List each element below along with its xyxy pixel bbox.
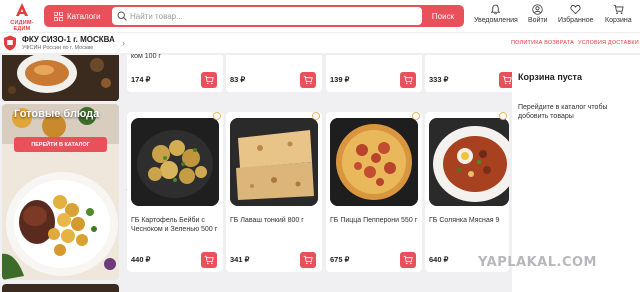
product-image[interactable] [330,118,418,206]
bell-icon [491,4,501,15]
favorites-label: Избранное [558,17,594,24]
banner-top-image [2,55,119,101]
banner-title: Готовые блюда [14,108,100,120]
product-image[interactable] [230,118,318,206]
add-to-cart-button[interactable] [300,252,316,268]
cart-empty-title: Корзина пуста [518,72,582,82]
product-price: 675 ₽ [330,255,350,264]
cart-icon [303,75,313,85]
carousel-next-icon[interactable]: › [494,184,504,198]
cart-icon [403,255,413,265]
login-label: Войти [528,17,548,24]
chevron-right-icon[interactable]: › [122,38,125,48]
product-price: 440 ₽ [131,255,151,264]
cart-icon [403,75,413,85]
pizza-image [330,118,418,206]
product-card[interactable]: 333 ₽ [425,55,521,92]
catalog-button[interactable]: Каталоги [46,7,108,25]
favorite-badge-icon[interactable] [412,112,420,120]
user-icon [532,4,543,15]
product-name: ком 100 г [131,53,161,60]
favorite-badge-icon[interactable] [312,112,320,120]
notifications-button[interactable]: Уведомления [474,4,518,30]
login-button[interactable]: Войти [528,4,548,30]
product-price: 333 ₽ [429,75,449,84]
cart-empty-hint: Перейдите в каталог чтобы добовить товар… [518,104,608,120]
store-bar: ФКУ СИЗО-1 г. МОСКВА УФСИН России по г. … [0,32,640,54]
brand-logo[interactable]: СИДИМ-ЕДИМ [2,3,42,32]
cart-header-button[interactable]: Корзина [605,4,632,30]
cart-icon [204,255,214,265]
watermark: YAPLAKAL.COM [478,255,597,270]
ready-meals-banner[interactable] [2,104,119,280]
cart-icon [204,75,214,85]
cart-icon [502,75,512,85]
potatoes-image [131,118,219,206]
search-button[interactable]: Поиск [424,7,462,25]
cart-header-label: Корзина [605,17,632,24]
product-price: 341 ₽ [230,255,250,264]
banner-food-image [2,104,119,280]
product-card[interactable]: ком 100 г 174 ₽ [127,53,223,92]
product-name[interactable]: ГБ Солянка Мясная 9 [429,216,511,225]
notifications-label: Уведомления [474,17,518,24]
catalog-label: Каталоги [67,11,101,21]
promo-banner-top[interactable] [2,55,119,101]
promo-banner-bottom[interactable] [2,284,119,292]
product-card[interactable]: 83 ₽ [226,55,322,92]
product-name[interactable]: ГБ Лаваш тонкий 800 г [230,216,320,225]
product-name[interactable]: ГБ Пицца Пепперони 550 г [330,216,420,225]
favorites-button[interactable]: Избранное [558,4,593,30]
product-name[interactable]: ГБ Картофель Бейби с Чесноком и Зеленью … [131,216,221,234]
add-to-cart-button[interactable] [400,252,416,268]
search-bar: Каталоги Поиск [44,5,464,27]
heart-icon [570,5,581,15]
search-icon [117,11,127,21]
product-card[interactable]: 139 ₽ [326,55,422,92]
add-to-cart-button[interactable] [300,72,316,88]
product-price: 174 ₽ [131,75,151,84]
logo-icon [16,3,28,16]
store-subtitle: УФСИН России по г. Москве [22,45,94,51]
product-card[interactable]: ГБ Картофель Бейби с Чесноком и Зеленью … [127,112,223,272]
product-price: 139 ₽ [330,75,350,84]
favorite-badge-icon[interactable] [213,112,221,120]
add-to-cart-button[interactable] [201,72,217,88]
product-price: 640 ₽ [429,255,449,264]
go-to-catalog-button[interactable]: ПЕРЕЙТИ В КАТАЛОГ [14,137,107,152]
product-price: 83 ₽ [230,75,246,84]
store-name[interactable]: ФКУ СИЗО-1 г. МОСКВА [22,35,115,44]
add-to-cart-button[interactable] [400,72,416,88]
product-card[interactable]: ГБ Пицца Пепперони 550 г 675 ₽ [326,112,422,272]
return-policy-link[interactable]: ПОЛИТИКА ВОЗВРАТА [511,40,574,46]
product-image[interactable] [131,118,219,206]
cart-icon [613,4,624,14]
grid-icon [54,11,63,21]
search-input[interactable] [112,7,422,25]
prison-emblem-icon [4,35,16,51]
add-to-cart-button[interactable] [201,252,217,268]
lavash-image [230,118,318,206]
cart-icon [303,255,313,265]
top-header: СИДИМ-ЕДИМ Каталоги Поиск Уведомления [0,0,640,32]
favorite-badge-icon[interactable] [499,112,507,120]
delivery-terms-link[interactable]: УСЛОВИЯ ДОСТАВКИ [578,40,639,46]
product-card[interactable]: ГБ Лаваш тонкий 800 г 341 ₽ [226,112,322,272]
logo-text: СИДИМ-ЕДИМ [10,20,34,32]
